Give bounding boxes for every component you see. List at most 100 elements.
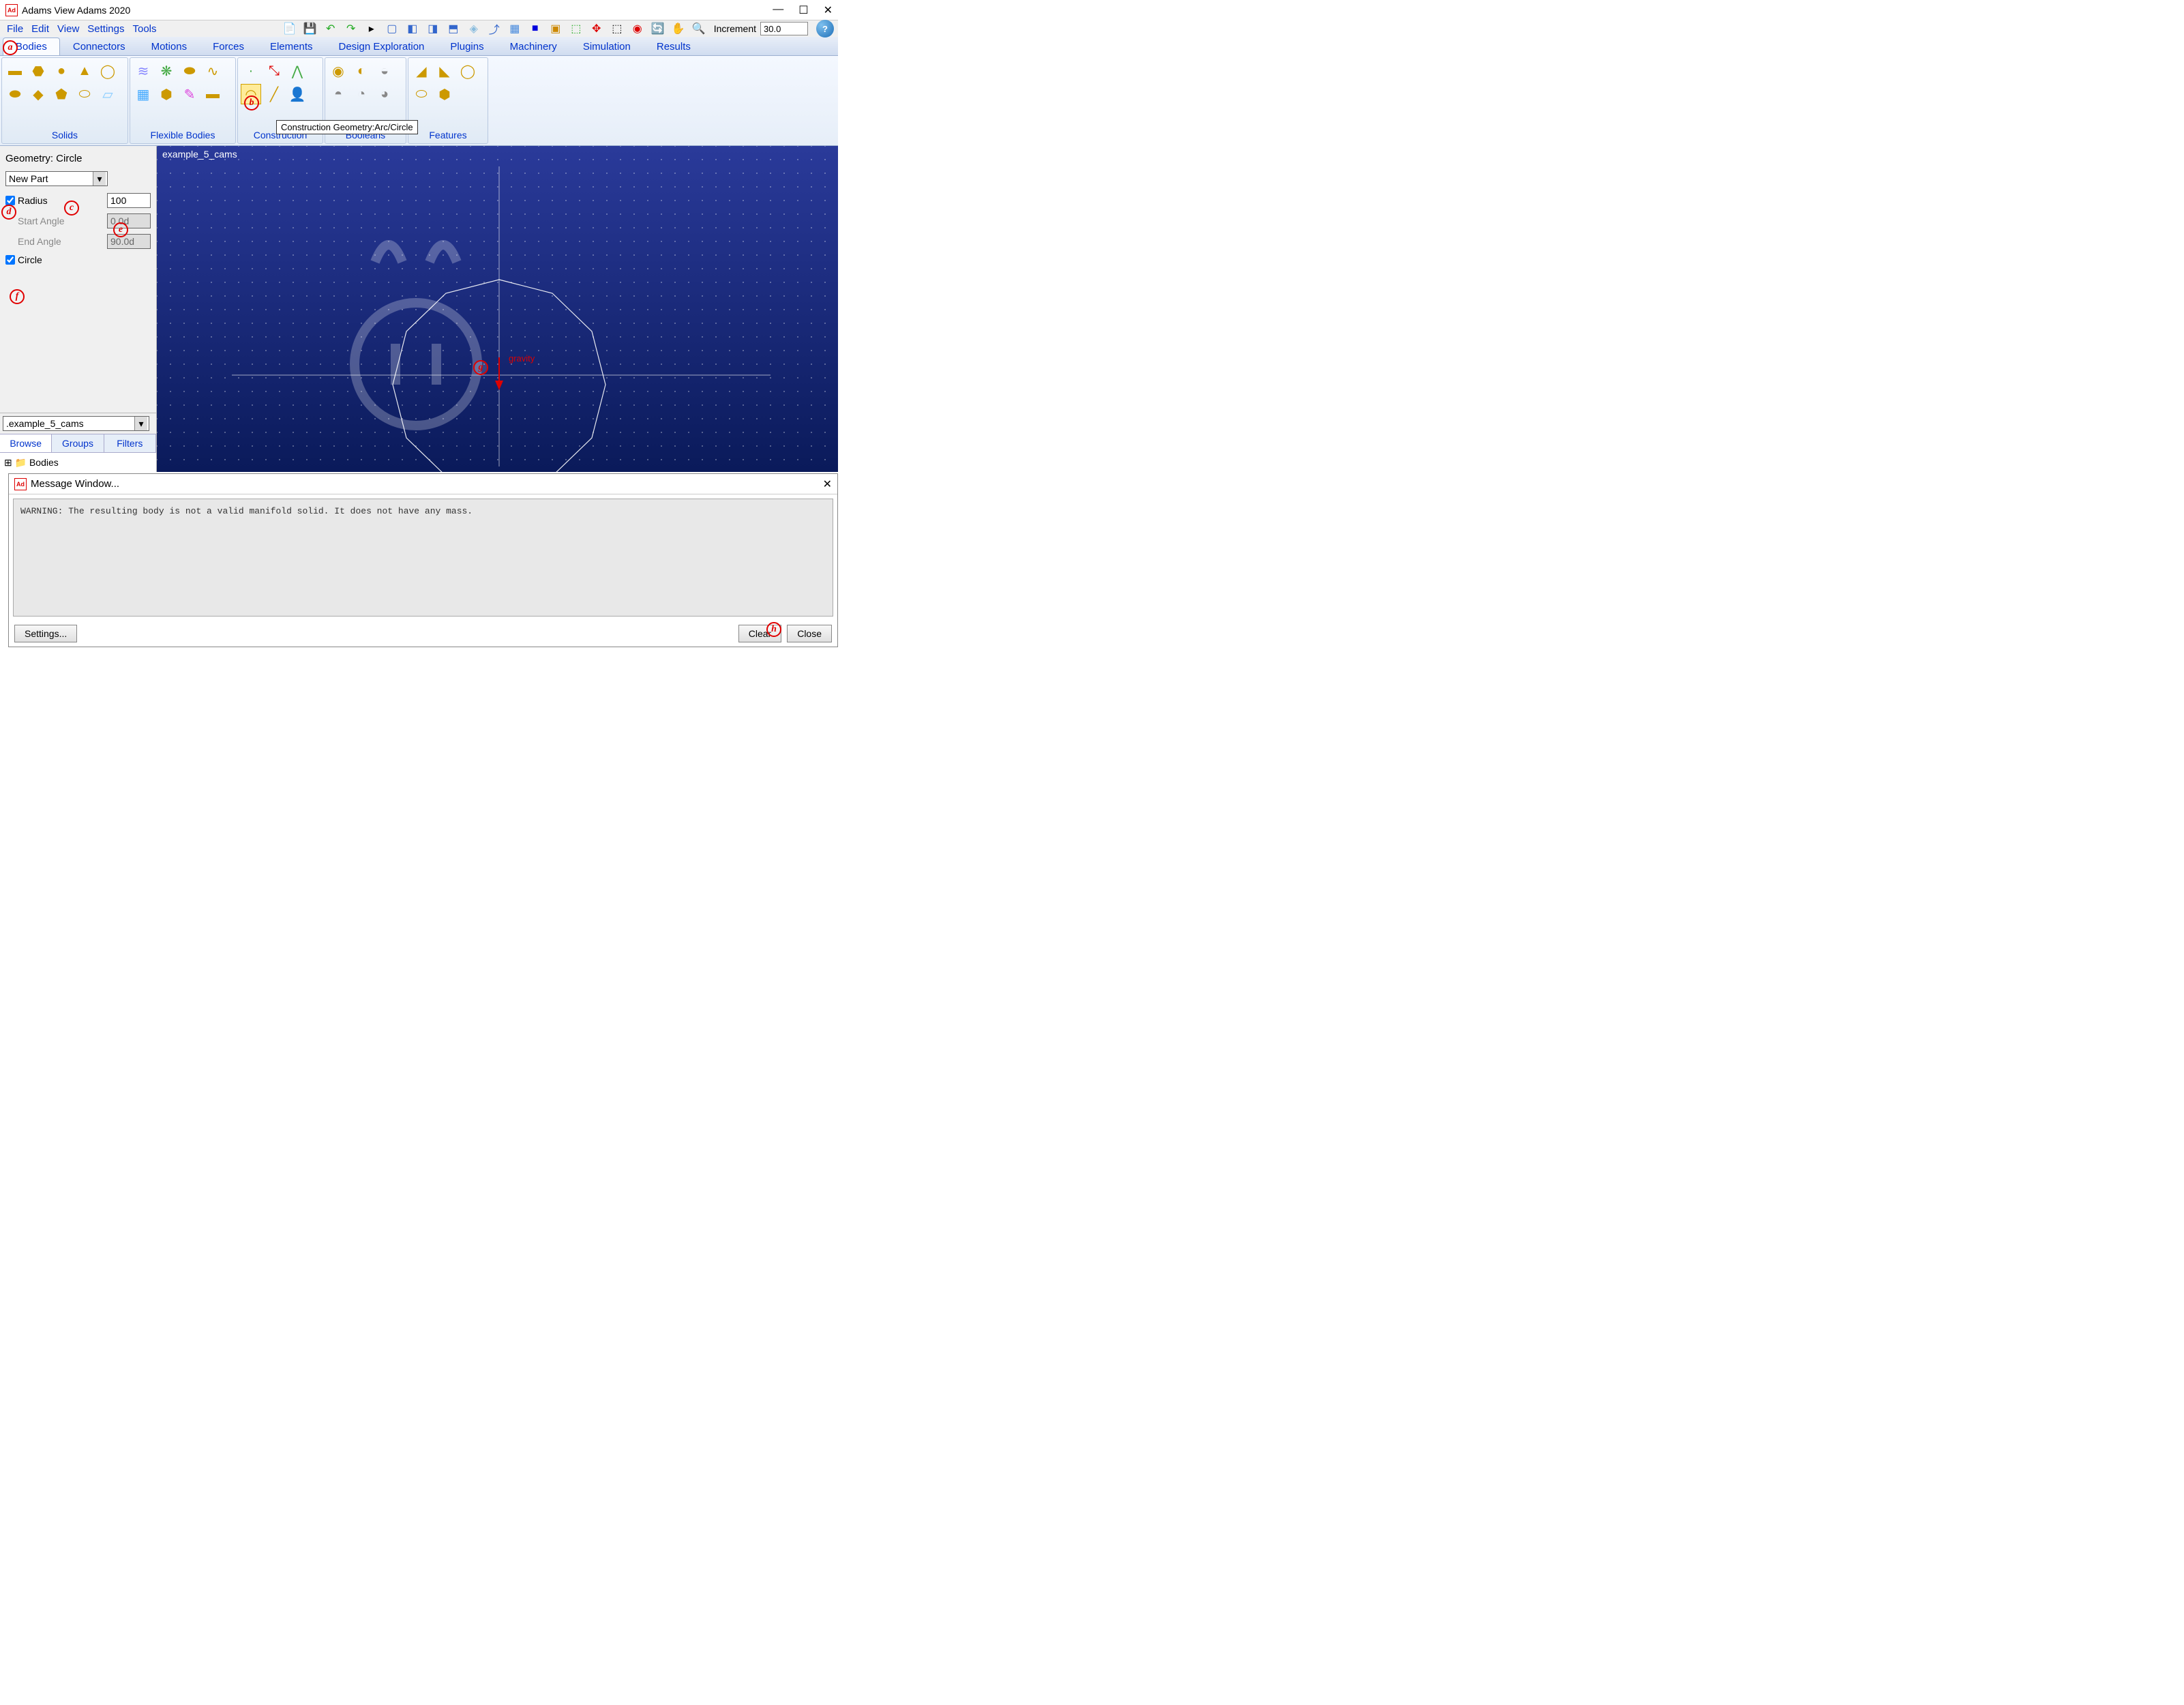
radius-checkbox[interactable] <box>5 196 15 205</box>
menu-view[interactable]: View <box>55 23 82 35</box>
side-panel: Geometry: Circle New Part Radius Start A… <box>0 146 157 472</box>
tab-forces[interactable]: Forces <box>200 38 257 55</box>
annotation-b: b <box>244 95 259 110</box>
model-combo[interactable]: .example_5_cams <box>3 416 149 431</box>
flex-icon-4[interactable]: ∿ <box>203 61 223 81</box>
intersect-icon[interactable]: ◐ <box>351 61 372 81</box>
menu-file[interactable]: File <box>4 23 26 35</box>
message-close-icon[interactable]: ✕ <box>823 477 832 491</box>
new-icon[interactable]: 📄 <box>282 20 298 37</box>
window-icon[interactable]: ▣ <box>548 20 564 37</box>
menu-settings[interactable]: Settings <box>85 23 127 35</box>
tab-elements[interactable]: Elements <box>257 38 326 55</box>
tab-motions[interactable]: Motions <box>138 38 200 55</box>
rotate-icon[interactable]: 🔄 <box>650 20 666 37</box>
tree-tab-filters[interactable]: Filters <box>104 434 156 452</box>
grid-icon[interactable]: ▦ <box>507 20 523 37</box>
hollow-icon[interactable]: ⬭ <box>411 84 432 104</box>
hole-icon[interactable]: ◯ <box>458 61 478 81</box>
flex-icon-7[interactable]: ✎ <box>179 84 200 104</box>
wireframe-icon[interactable]: ◈ <box>466 20 482 37</box>
tab-design-exploration[interactable]: Design Exploration <box>326 38 438 55</box>
settings-button[interactable]: Settings... <box>14 625 77 642</box>
axes-icon[interactable]: ⤴ <box>486 20 503 37</box>
flex-icon-6[interactable]: ⬢ <box>156 84 177 104</box>
menubar: File Edit View Settings Tools 📄 💾 ↶ ↷ ▸ … <box>0 20 838 37</box>
view-iso-icon[interactable]: ◧ <box>404 20 421 37</box>
help-icon[interactable]: ? <box>816 20 834 38</box>
view-right-icon[interactable]: ◨ <box>425 20 441 37</box>
ribbon-tabs: Bodies Connectors Motions Forces Element… <box>0 37 838 56</box>
flex-icon-1[interactable]: ≋ <box>133 61 153 81</box>
increment-input[interactable] <box>760 22 808 35</box>
minimize-button[interactable]: — <box>773 3 783 17</box>
menu-edit[interactable]: Edit <box>29 23 52 35</box>
folder-icon: 📁 <box>15 457 27 468</box>
cursor-icon[interactable]: ▸ <box>363 20 380 37</box>
tree-tab-groups[interactable]: Groups <box>52 434 104 452</box>
tab-plugins[interactable]: Plugins <box>437 38 496 55</box>
tree-tab-browse[interactable]: Browse <box>0 434 52 452</box>
undo-icon[interactable]: ↶ <box>323 20 339 37</box>
flex-icon-5[interactable]: ▦ <box>133 84 153 104</box>
start-angle-label: Start Angle <box>18 216 104 226</box>
fit-icon[interactable]: ✥ <box>588 20 605 37</box>
chamfer-icon[interactable]: ◢ <box>411 61 432 81</box>
maximize-button[interactable]: ☐ <box>798 3 808 17</box>
flex-icon-2[interactable]: ❋ <box>156 61 177 81</box>
flex-icon-3[interactable]: ⬬ <box>179 61 200 81</box>
merge-icon[interactable]: ◔ <box>351 84 372 104</box>
spline-icon[interactable]: 👤 <box>287 84 308 104</box>
center-icon[interactable]: ◉ <box>629 20 646 37</box>
torus-icon[interactable]: ◯ <box>98 61 118 81</box>
tab-simulation[interactable]: Simulation <box>570 38 644 55</box>
box-solid-icon[interactable]: ▬ <box>5 61 25 81</box>
part-combo[interactable]: New Part <box>5 171 108 186</box>
point-icon[interactable]: · <box>241 61 261 81</box>
plate-icon[interactable]: ◆ <box>28 84 48 104</box>
polyline-icon[interactable]: ⋀ <box>287 61 308 81</box>
zoom-window-icon[interactable]: ⬚ <box>609 20 625 37</box>
viewport[interactable]: example_5_cams gravity <box>157 146 838 472</box>
tooltip: Construction Geometry:Arc/Circle <box>276 120 418 134</box>
close-button[interactable]: ✕ <box>824 3 833 17</box>
app-icon: Ad <box>14 478 27 490</box>
watermark <box>355 245 477 426</box>
save-icon[interactable]: 💾 <box>302 20 318 37</box>
circle-checkbox[interactable] <box>5 255 15 265</box>
pan-icon[interactable]: ✋ <box>670 20 687 37</box>
cylinder-icon[interactable]: ⬣ <box>28 61 48 81</box>
subtract-icon[interactable]: ◒ <box>374 61 395 81</box>
close-button[interactable]: Close <box>787 625 832 642</box>
line-icon[interactable]: ╱ <box>264 84 284 104</box>
redo-icon[interactable]: ↷ <box>343 20 359 37</box>
flex-icon-8[interactable]: ▬ <box>203 84 223 104</box>
tab-results[interactable]: Results <box>644 38 704 55</box>
fillet-icon[interactable]: ◣ <box>434 61 455 81</box>
extrusion-icon[interactable]: ⬟ <box>51 84 72 104</box>
annotation-e: e <box>113 222 128 237</box>
cone-icon[interactable]: ▲ <box>74 61 95 81</box>
radius-input[interactable] <box>107 193 151 208</box>
split-icon[interactable]: ◓ <box>328 84 348 104</box>
view-top-icon[interactable]: ⬒ <box>445 20 462 37</box>
radius-label: Radius <box>18 195 104 206</box>
tab-connectors[interactable]: Connectors <box>60 38 138 55</box>
shell-icon[interactable]: ⬢ <box>434 84 455 104</box>
tree-root-item[interactable]: 📁 Bodies <box>4 457 152 469</box>
gravity-arrowhead <box>495 381 503 390</box>
select-box-icon[interactable]: ⬚ <box>568 20 584 37</box>
chain-icon[interactable]: ◕ <box>374 84 395 104</box>
ribbon-group-features: ◢ ◣ ◯ ⬭ ⬢ Features <box>408 57 488 144</box>
view-front-icon[interactable]: ▢ <box>384 20 400 37</box>
link-icon[interactable]: ⬬ <box>5 84 25 104</box>
sphere-icon[interactable]: ● <box>51 61 72 81</box>
solid-icon[interactable]: ■ <box>527 20 543 37</box>
revolution-icon[interactable]: ⬭ <box>74 84 95 104</box>
marker-icon[interactable]: ⤡ <box>264 61 284 81</box>
tab-machinery[interactable]: Machinery <box>497 38 570 55</box>
menu-tools[interactable]: Tools <box>130 23 159 35</box>
zoom-icon[interactable]: 🔍 <box>691 20 707 37</box>
union-icon[interactable]: ◉ <box>328 61 348 81</box>
plane-icon[interactable]: ▱ <box>98 84 118 104</box>
